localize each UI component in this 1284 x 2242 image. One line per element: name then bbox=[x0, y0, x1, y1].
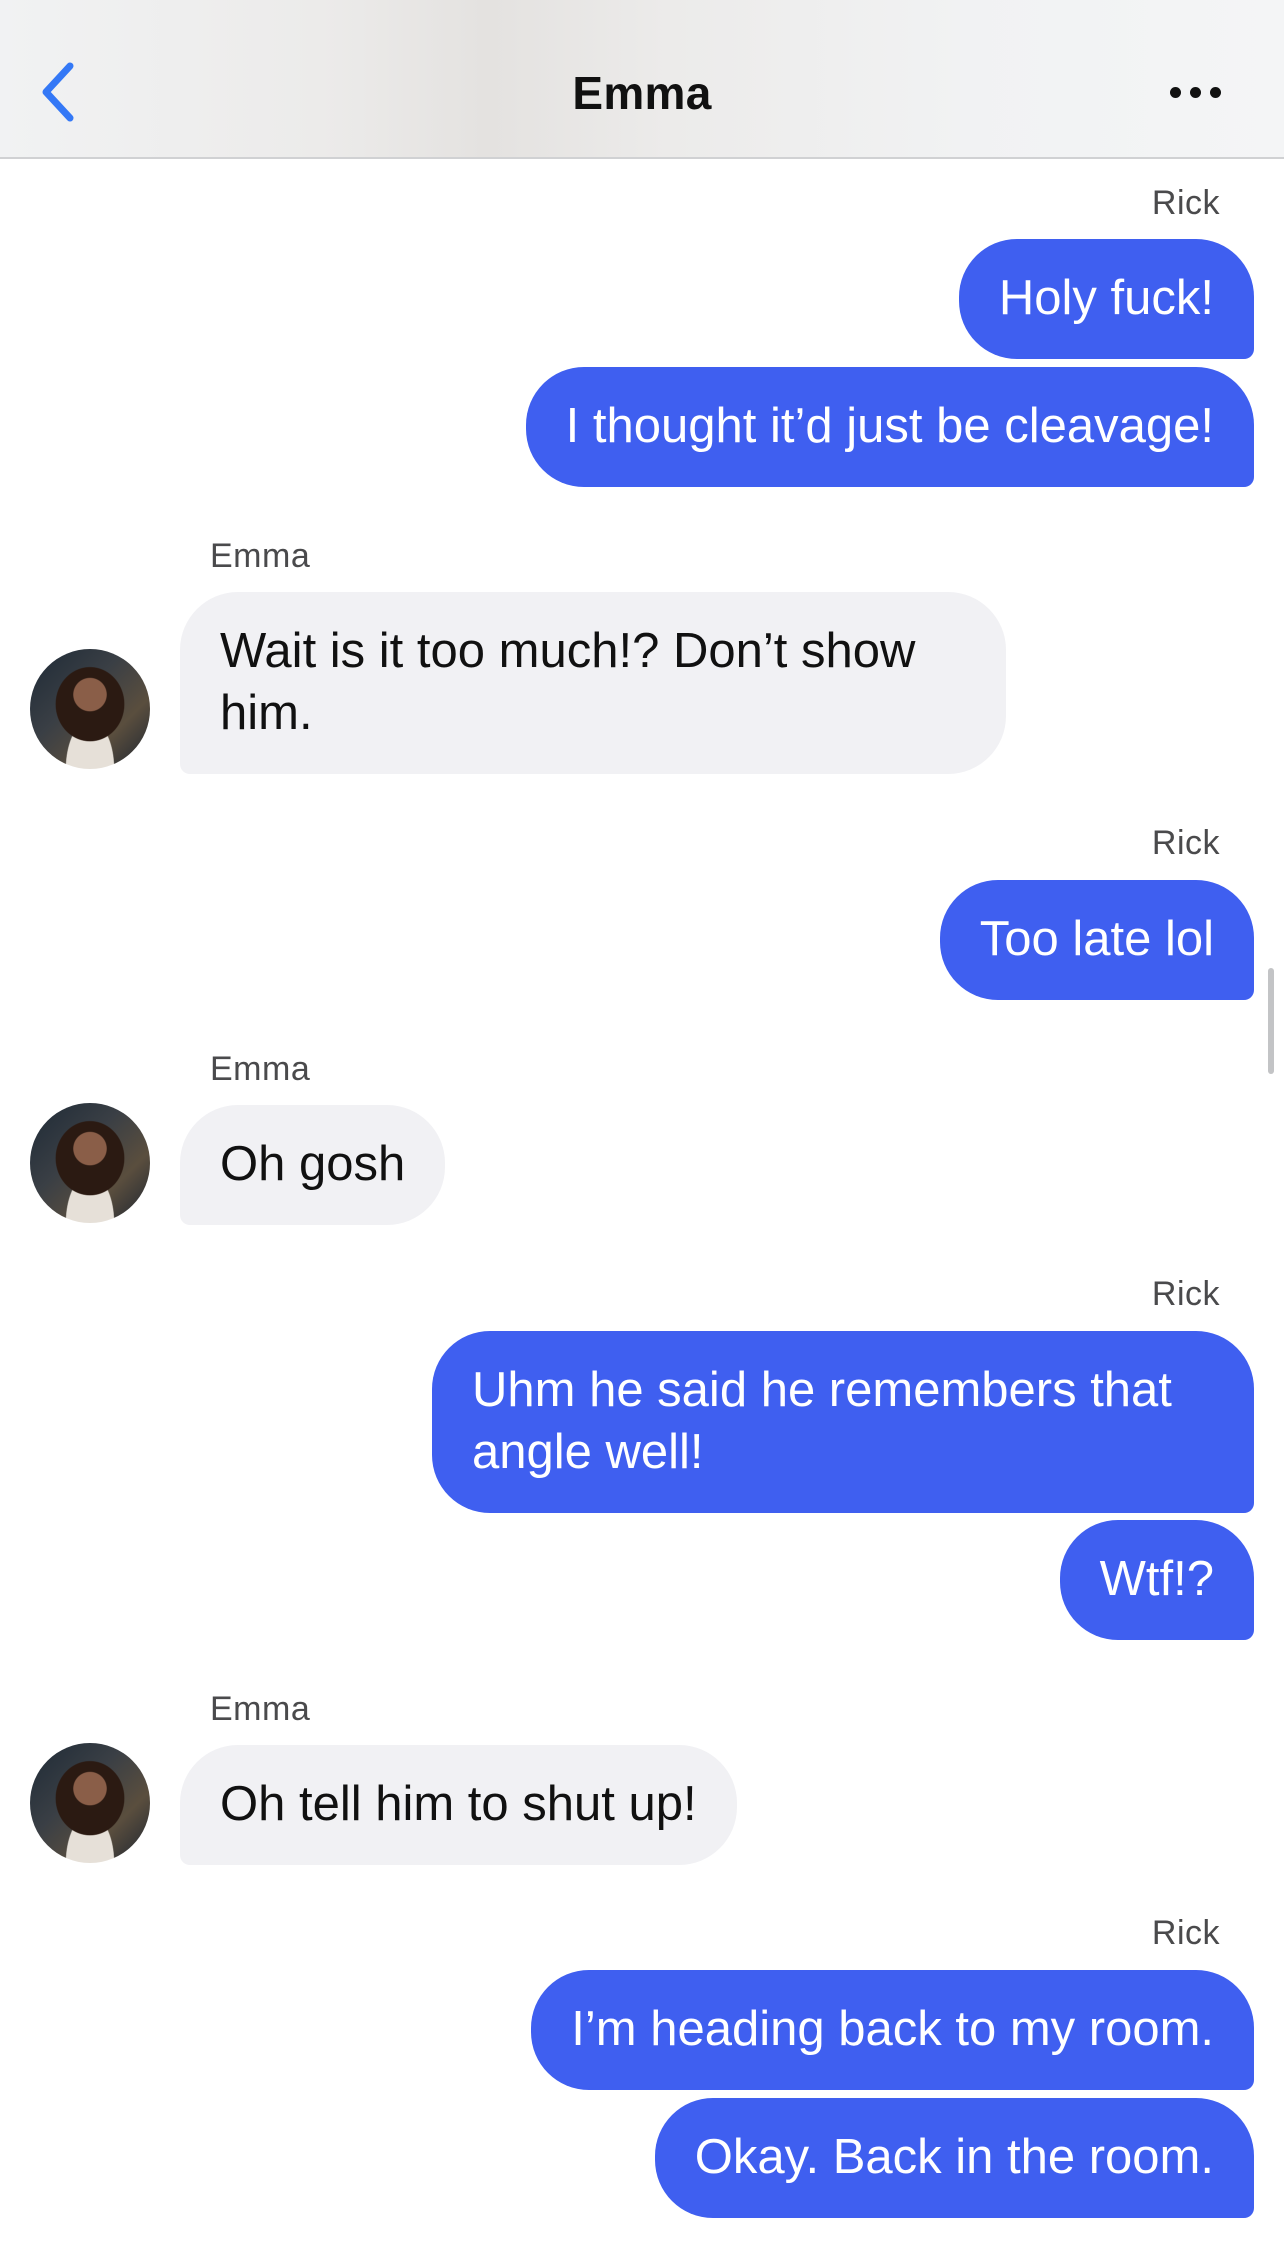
outgoing-message[interactable]: Uhm he said he remembers that angle well… bbox=[432, 1331, 1254, 1513]
more-options-button[interactable] bbox=[1160, 72, 1230, 112]
ellipsis-icon bbox=[1169, 86, 1181, 98]
scrollbar[interactable] bbox=[1268, 968, 1274, 1074]
avatar[interactable] bbox=[30, 649, 150, 769]
outgoing-message[interactable]: I thought it’d just be cleavage! bbox=[525, 367, 1254, 487]
sender-label: Rick bbox=[1151, 1914, 1220, 1952]
outgoing-message[interactable]: Okay. Back in the room. bbox=[654, 2098, 1254, 2218]
outgoing-message[interactable]: Too late lol bbox=[939, 880, 1254, 1000]
ellipsis-icon bbox=[1189, 86, 1201, 98]
outgoing-message[interactable]: I’m heading back to my room. bbox=[531, 1970, 1254, 2090]
incoming-message[interactable]: Wait is it too much!? Don’t show him. bbox=[180, 592, 1006, 774]
ellipsis-icon bbox=[1209, 86, 1221, 98]
sender-label: Emma bbox=[210, 1690, 311, 1728]
sender-label: Emma bbox=[210, 1050, 311, 1088]
sender-label: Rick bbox=[1151, 824, 1220, 862]
outgoing-message[interactable]: Holy fuck! bbox=[958, 239, 1254, 359]
outgoing-message[interactable]: Wtf!? bbox=[1059, 1520, 1254, 1640]
avatar[interactable] bbox=[30, 1743, 150, 1863]
page-title: Emma bbox=[572, 67, 712, 119]
sender-label: Rick bbox=[1151, 184, 1220, 222]
incoming-message[interactable]: Oh gosh bbox=[180, 1105, 446, 1225]
avatar[interactable] bbox=[30, 1103, 150, 1223]
sender-label: Rick bbox=[1151, 1275, 1220, 1313]
incoming-message[interactable]: Oh tell him to shut up! bbox=[180, 1745, 737, 1865]
chat-header: Emma bbox=[0, 0, 1284, 159]
sender-label: Emma bbox=[210, 537, 311, 575]
